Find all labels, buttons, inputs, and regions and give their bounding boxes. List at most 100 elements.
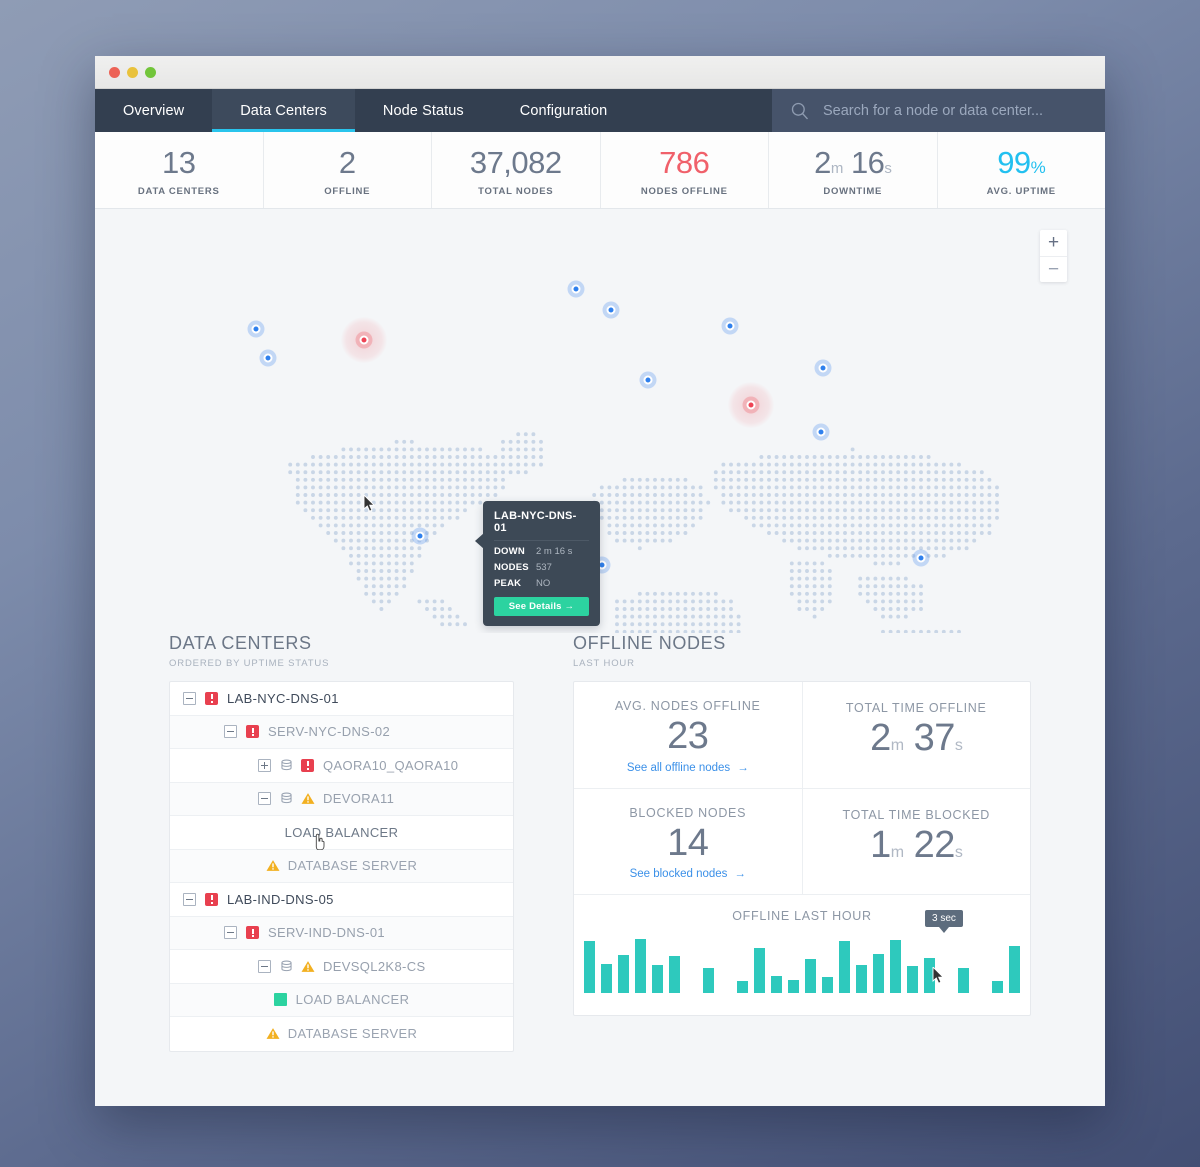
collapse-toggle-icon[interactable]	[258, 959, 271, 973]
tree-row[interactable]: DEVORA11	[170, 782, 513, 816]
map-cursor-icon	[363, 495, 376, 512]
map-marker-online[interactable]	[415, 531, 425, 541]
maximize-window-button[interactable]	[145, 66, 156, 78]
map-marker-online[interactable]	[725, 321, 735, 331]
total-time-blocked-seconds-unit: s	[954, 843, 963, 861]
tree-row[interactable]: DEVSQL2K8-CS	[170, 950, 513, 984]
bar-chart-bar[interactable]	[771, 976, 782, 993]
bar-chart-bar[interactable]	[669, 956, 680, 993]
bar-chart-bar[interactable]	[907, 966, 918, 993]
total-time-offline-minutes: 2	[870, 717, 891, 759]
tree-row-label: LOAD BALANCER	[295, 992, 410, 1008]
collapse-toggle-icon[interactable]	[224, 926, 237, 940]
stat-avg-uptime-label: AVG. UPTIME	[986, 186, 1056, 198]
search-container[interactable]	[772, 89, 1105, 132]
see-blocked-nodes-link[interactable]: See blocked nodes →	[584, 868, 792, 880]
collapse-toggle-icon[interactable]	[183, 892, 196, 906]
bar-chart-bar[interactable]	[890, 940, 901, 993]
bar-chart-bar[interactable]	[856, 965, 867, 993]
see-details-button[interactable]: See Details →	[494, 597, 589, 616]
see-all-offline-nodes-link[interactable]: See all offline nodes →	[584, 762, 792, 774]
bar-chart-bar[interactable]	[822, 977, 833, 993]
bar-chart-bar[interactable]	[754, 948, 765, 993]
collapse-toggle-icon[interactable]	[224, 725, 237, 739]
stat-avg-uptime-value: 99%	[997, 146, 1046, 180]
error-status-icon	[205, 691, 218, 705]
tree-row[interactable]: SERV-IND-DNS-01	[170, 916, 513, 950]
tab-overview[interactable]: Overview	[95, 89, 212, 132]
bar-chart-bar[interactable]	[839, 941, 850, 993]
tab-node-status[interactable]: Node Status	[355, 89, 492, 132]
map-marker-offline[interactable]	[746, 400, 756, 410]
map-marker-online[interactable]	[263, 353, 273, 363]
bar-chart-bar[interactable]	[992, 980, 1003, 993]
tab-configuration-label: Configuration	[519, 102, 608, 119]
total-time-blocked-seconds: 22	[913, 823, 956, 866]
tab-configuration[interactable]: Configuration	[492, 89, 636, 132]
map-marker-online[interactable]	[643, 375, 653, 385]
tree-row[interactable]: LOAD BALANCER	[170, 983, 513, 1017]
tab-data-centers[interactable]: Data Centers	[212, 89, 355, 132]
ok-status-icon	[273, 993, 287, 1007]
search-input[interactable]	[823, 102, 1087, 119]
map-marker-online[interactable]	[816, 427, 826, 437]
warning-icon	[301, 793, 315, 805]
tree-row[interactable]: QAORA10_QAORA10	[170, 749, 513, 783]
map-zoom-out-button[interactable]: −	[1040, 256, 1067, 282]
collapse-toggle-icon[interactable]	[183, 691, 196, 705]
tooltip-nodes-key: NODES	[494, 562, 529, 573]
downtime-minutes-unit: m	[830, 159, 844, 177]
total-time-blocked-minutes: 1	[870, 823, 891, 866]
tree-row[interactable]: DATABASE SERVER	[170, 1017, 513, 1051]
tooltip-peak-key: PEAK	[494, 578, 522, 589]
tooltip-row-down: DOWN 2 m 16 s	[494, 546, 589, 557]
stat-data-centers-value: 13	[162, 144, 196, 180]
bar-chart-bar[interactable]	[788, 979, 799, 993]
map-marker-online[interactable]	[571, 284, 581, 294]
map-marker-online[interactable]	[251, 324, 261, 334]
bar-chart-bar[interactable]	[873, 953, 884, 993]
stat-data-centers-label: DATA CENTERS	[137, 186, 220, 198]
tree-row-label: DATABASE SERVER	[287, 1026, 418, 1042]
bar-chart-bar[interactable]	[652, 965, 663, 993]
map-marker-offline[interactable]	[359, 335, 369, 345]
error-status-icon	[301, 758, 314, 772]
tree-row[interactable]: SERV-NYC-DNS-02	[170, 715, 513, 749]
minimize-window-button[interactable]	[127, 66, 138, 78]
bar-chart-bar[interactable]	[618, 954, 629, 993]
total-time-offline-seconds-unit: s	[954, 737, 963, 754]
tree-row[interactable]: LOAD BALANCER	[170, 816, 513, 851]
map-marker-online[interactable]	[818, 363, 828, 373]
map-marker-online[interactable]	[606, 305, 616, 315]
tooltip-nodes-value: 537	[536, 562, 552, 573]
bar-chart-bar[interactable]	[584, 941, 595, 993]
bar-chart-bar[interactable]	[958, 968, 969, 993]
error-status-icon	[246, 725, 259, 739]
total-time-offline-seconds: 37	[913, 717, 956, 759]
data-centers-panel: DATA CENTERS ORDERED BY UPTIME STATUS LA…	[169, 633, 514, 1052]
bar-chart-bar[interactable]	[601, 963, 612, 993]
expand-toggle-icon[interactable]	[258, 758, 271, 772]
card-total-time-blocked-value: 1m 22s	[813, 822, 1021, 870]
bar-chart-bar[interactable]	[1009, 945, 1020, 993]
card-total-time-offline-label: TOTAL TIME OFFLINE	[845, 701, 987, 715]
tree-row[interactable]: LAB-NYC-DNS-01	[170, 682, 513, 716]
tree-row-label: SERV-IND-DNS-01	[268, 925, 385, 941]
tree-row[interactable]: DATABASE SERVER	[170, 849, 513, 883]
collapse-toggle-icon[interactable]	[258, 792, 271, 806]
bar-chart-bar[interactable]	[635, 939, 646, 993]
tooltip-down-key: DOWN	[494, 546, 525, 557]
close-window-button[interactable]	[109, 66, 120, 78]
arrow-right-icon: →	[734, 868, 746, 880]
bar-chart-bar[interactable]	[703, 968, 714, 993]
stat-offline-value: 2	[338, 144, 356, 180]
tree-row-label: DEVSQL2K8-CS	[323, 958, 426, 974]
world-map[interactable]: + − LAB-NYC-DNS-01 DOWN 2 m 16 s NODES 5…	[95, 209, 1105, 633]
tree-row[interactable]: LAB-IND-DNS-05	[170, 883, 513, 917]
map-marker-online[interactable]	[916, 553, 926, 563]
bar-chart-bar[interactable]	[805, 959, 816, 993]
downtime-minutes: 2	[814, 144, 831, 180]
bar-chart-bar[interactable]	[737, 980, 748, 993]
map-zoom-in-button[interactable]: +	[1040, 230, 1067, 256]
card-blocked-nodes-value: 14	[667, 821, 709, 864]
